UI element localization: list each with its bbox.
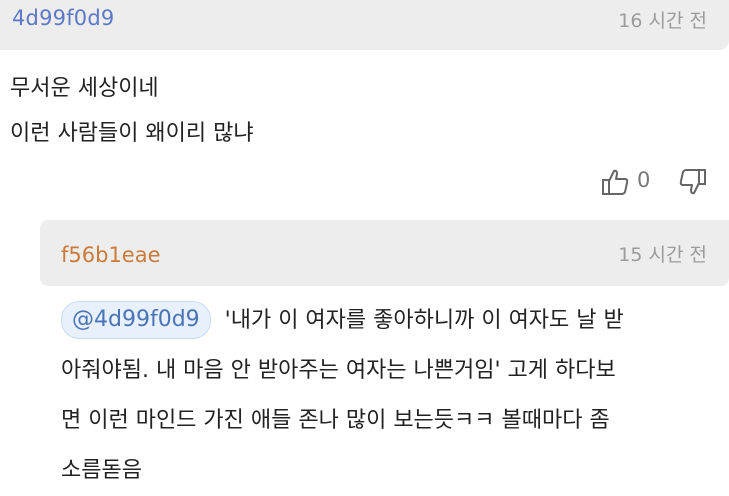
reply-username[interactable]: f56b1eae: [61, 243, 161, 267]
comment-username[interactable]: 4d99f0d9: [12, 6, 114, 30]
comment-header: 4d99f0d9 16 시간 전: [0, 0, 729, 50]
comment-text: 무서운 세상이네 이런 사람들이 왜이리 많냐: [10, 66, 254, 156]
reply-line: 면 이런 마인드 가진 애들 존나 많이 보는듯ㅋㅋ 볼때마다 좀: [61, 408, 610, 433]
mention-chip[interactable]: @4d99f0d9: [61, 301, 211, 339]
like-count: 0: [637, 168, 651, 192]
reply-header: f56b1eae 15 시간 전: [40, 220, 729, 286]
reply-text: @4d99f0d9 '내가 이 여자를 좋아하니까 이 여자도 날 받 아줘야됨.…: [61, 296, 721, 496]
comment-actions: 0: [600, 166, 720, 200]
reply-line-text: '내가 이 여자를 좋아하니까 이 여자도 날 받: [224, 308, 624, 333]
thumbs-up-icon[interactable]: [600, 168, 630, 196]
comment-timestamp: 16 시간 전: [618, 10, 707, 32]
comment-line: 이런 사람들이 왜이리 많냐: [10, 121, 254, 146]
comment-line: 무서운 세상이네: [10, 76, 159, 101]
thumbs-down-icon[interactable]: [678, 168, 708, 196]
reply-line: 소름돋음: [61, 458, 142, 483]
reply-line: @4d99f0d9 '내가 이 여자를 좋아하니까 이 여자도 날 받: [61, 296, 721, 346]
reply-timestamp: 15 시간 전: [618, 244, 707, 266]
reply-line: 아줘야됨. 내 마음 안 받아주는 여자는 나쁜거임' 고게 하다보: [61, 358, 616, 383]
